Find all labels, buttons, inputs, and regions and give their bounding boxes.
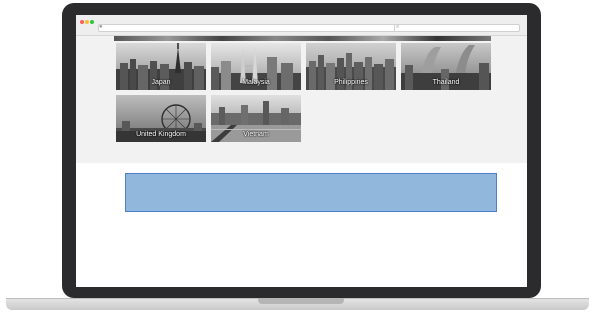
browser-toolbar: ● ⌕ <box>76 15 527 36</box>
minimize-window-dot[interactable] <box>85 20 89 24</box>
country-tile-malaysia[interactable]: Malaysia <box>211 43 301 90</box>
maximize-window-dot[interactable] <box>90 20 94 24</box>
country-tile-thailand[interactable]: Thailand <box>401 43 491 90</box>
tile-label-vietnam: Vietnam <box>243 131 269 138</box>
browser-search-field[interactable] <box>394 24 520 32</box>
laptop-opening-notch <box>258 298 344 304</box>
previous-row-image-strip <box>114 36 491 41</box>
lock-icon: ● <box>99 24 103 30</box>
country-gallery: Japan Malaysia Philippines Thailand Unit… <box>76 36 527 163</box>
laptop-screen: ● ⌕ Japan Malaysia Philippines Thailand … <box>76 15 527 287</box>
content-banner <box>125 173 497 212</box>
close-window-dot[interactable] <box>80 20 84 24</box>
country-tile-philippines[interactable]: Philippines <box>306 43 396 90</box>
address-bar[interactable] <box>98 24 396 32</box>
search-icon: ⌕ <box>396 24 400 30</box>
tile-label-thailand: Thailand <box>432 79 460 86</box>
tile-label-philippines: Philippines <box>334 79 368 86</box>
tile-label-malaysia: Malaysia <box>242 79 270 86</box>
country-tile-japan[interactable]: Japan <box>116 43 206 90</box>
country-tile-vietnam[interactable]: Vietnam <box>211 95 301 142</box>
page-content: Japan Malaysia Philippines Thailand Unit… <box>76 36 527 287</box>
tile-label-japan: Japan <box>151 79 171 86</box>
tile-label-united-kingdom: United Kingdom <box>136 131 186 138</box>
country-tile-united-kingdom[interactable]: United Kingdom <box>116 95 206 142</box>
